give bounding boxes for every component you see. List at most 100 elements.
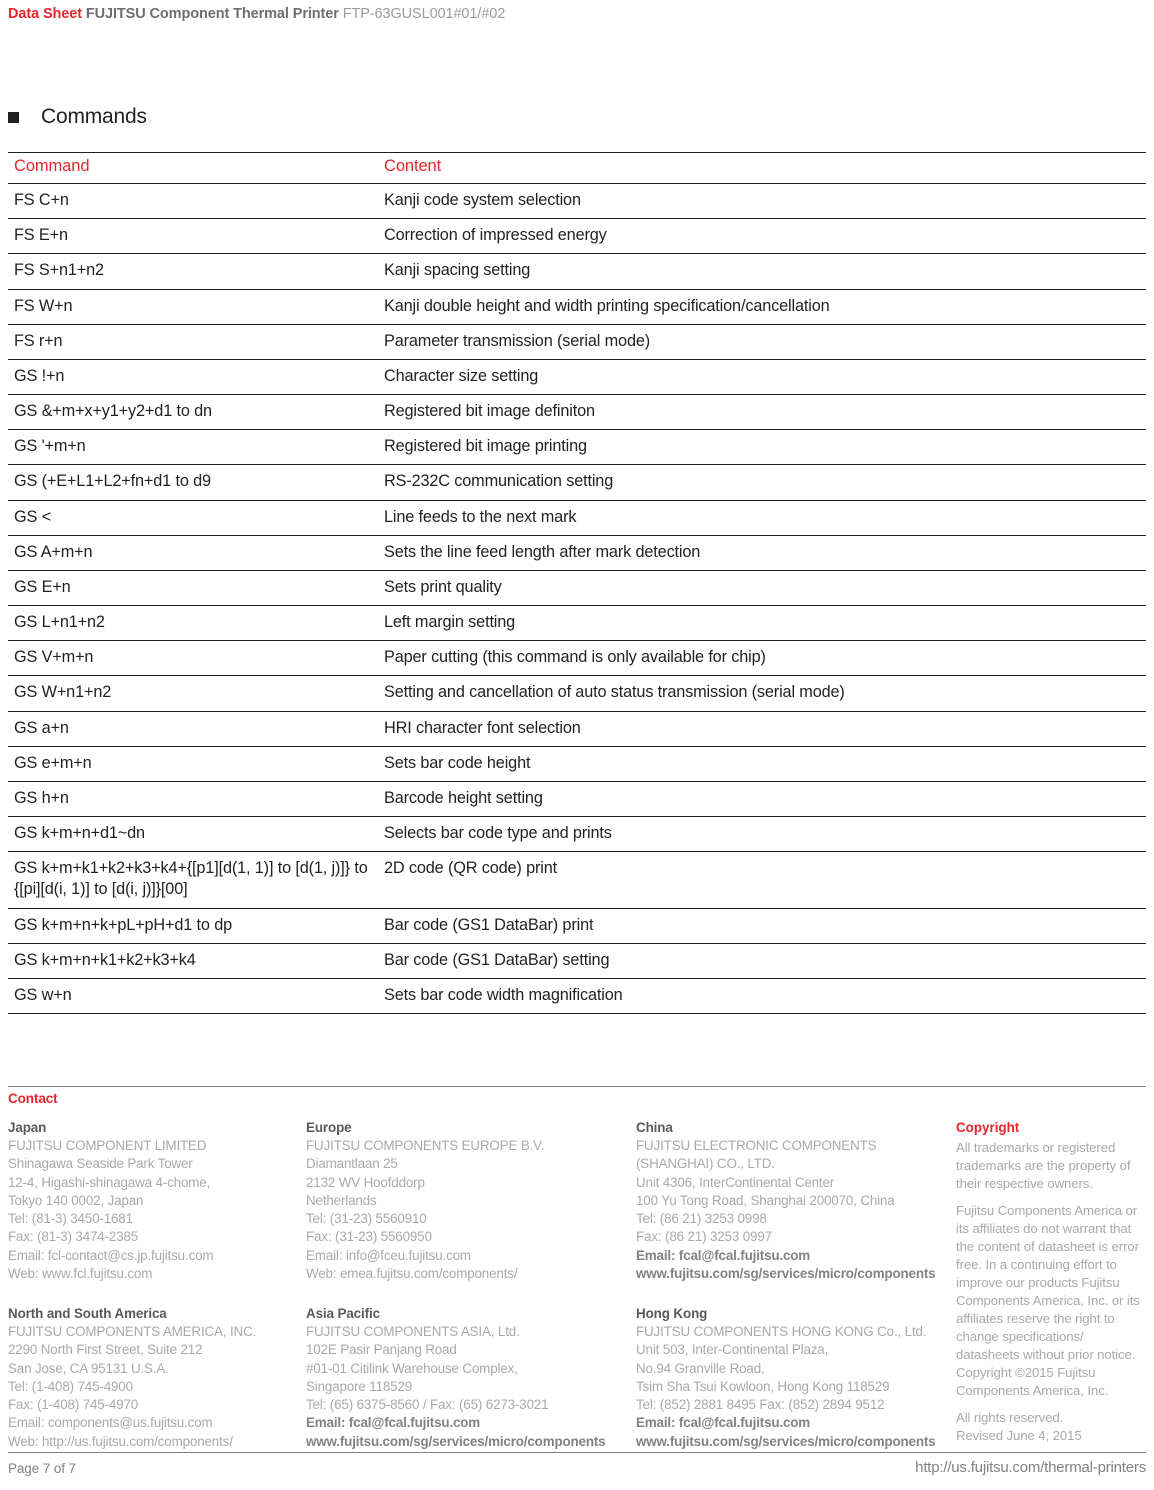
address-line: Email: fcal@fcal.fujitsu.com bbox=[636, 1247, 811, 1263]
cell-content: Sets bar code height bbox=[378, 746, 1146, 782]
table-row: GS h+n Barcode height setting bbox=[8, 781, 1146, 818]
bullet-square-icon bbox=[8, 111, 19, 123]
cell-content: Parameter transmission (serial mode) bbox=[378, 324, 1146, 360]
cell-command: GS k+m+n+k+pL+pH+d1 to dp bbox=[8, 908, 378, 944]
footer-divider bbox=[8, 1452, 1146, 1453]
address-line: Unit 4306, InterContinental Center bbox=[636, 1174, 835, 1190]
cell-command: FS r+n bbox=[8, 324, 378, 360]
table-row: GS '+m+n Registered bit image printing bbox=[8, 429, 1146, 466]
cell-content: HRI character font selection bbox=[378, 711, 1146, 747]
cell-content: Sets bar code width magnification bbox=[378, 978, 1146, 1015]
address-line: 12-4, Higashi-shinagawa 4-chome, bbox=[8, 1174, 211, 1190]
contact-section-label: Contact bbox=[8, 1091, 58, 1106]
address-region-title: China bbox=[636, 1120, 673, 1135]
cell-command: GS (+E+L1+L2+fn+d1 to d9 bbox=[8, 464, 378, 501]
address-block: Japan FUJITSU COMPONENT LIMITED Shinagawa … bbox=[8, 1119, 306, 1283]
table-row: FS r+n Parameter transmission (serial mod… bbox=[8, 324, 1146, 360]
address-line: 2290 North First Street, Suite 212 bbox=[8, 1342, 203, 1358]
doc-type-label: Data Sheet bbox=[8, 6, 82, 22]
address-line: Tel: (81-3) 3450-1681 bbox=[8, 1211, 133, 1227]
cell-command: GS W+n1+n2 bbox=[8, 675, 378, 712]
cell-command: GS w+n bbox=[8, 978, 378, 1015]
cell-command: GS L+n1+n2 bbox=[8, 605, 378, 642]
cell-content: Left margin setting bbox=[378, 605, 1146, 642]
address-line: Tokyo 140 0002, Japan bbox=[8, 1192, 144, 1208]
cell-content: Kanji code system selection bbox=[378, 183, 1146, 220]
address-line: Email: fcal@fcal.fujitsu.com bbox=[636, 1415, 811, 1431]
address-line: Web: emea.fujitsu.com/components/ bbox=[306, 1265, 518, 1281]
address-line: FUJITSU COMPONENTS HONG KONG Co., Ltd. bbox=[636, 1324, 927, 1340]
cell-command: FS W+n bbox=[8, 289, 378, 325]
cell-content: Line feeds to the next mark bbox=[378, 500, 1146, 536]
address-line: Email: fcl-contact@cs.jp.fujitsu.com bbox=[8, 1247, 214, 1263]
address-line: Fax: (1-408) 745-4970 bbox=[8, 1397, 139, 1413]
address-line: No.94 Granville Road, bbox=[636, 1360, 765, 1376]
column-header-content: Content bbox=[378, 152, 1146, 184]
cell-content: Bar code (GS1 DataBar) setting bbox=[378, 943, 1146, 979]
copyright-paragraph: Revised June 4, 2015 bbox=[956, 1427, 1082, 1443]
address-line: Singapore 118529 bbox=[306, 1378, 413, 1394]
address-region-title: Japan bbox=[8, 1120, 47, 1135]
table-row: GS e+m+n Sets bar code height bbox=[8, 746, 1146, 782]
address-line: FUJITSU COMPONENTS EUROPE B.V. bbox=[306, 1138, 545, 1154]
table-row: FS E+n Correction of impressed energy bbox=[8, 218, 1146, 255]
table-row: GS w+n Sets bar code width magnification bbox=[8, 978, 1146, 1015]
address-line: FUJITSU COMPONENT LIMITED bbox=[8, 1138, 207, 1154]
copyright-column: Copyright All trademarks or registered tr… bbox=[956, 1119, 1146, 1444]
table-row: GS (+E+L1+L2+fn+d1 to d9 RS-232C communic… bbox=[8, 464, 1146, 501]
cell-command: FS S+n1+n2 bbox=[8, 253, 378, 290]
address-line: FUJITSU COMPONENTS AMERICA, INC. bbox=[8, 1324, 257, 1340]
copyright-paragraph: All rights reserved. bbox=[956, 1409, 1064, 1425]
cell-command: GS V+m+n bbox=[8, 640, 378, 677]
address-line: Fax: (81-3) 3474-2385 bbox=[8, 1229, 139, 1245]
section-heading: Commands bbox=[8, 105, 147, 129]
address-line: www.fujitsu.com/sg/services/micro/compon… bbox=[636, 1433, 936, 1449]
address-line: Unit 503, Inter-Continental Plaza, bbox=[636, 1342, 829, 1358]
cell-content: Sets print quality bbox=[378, 570, 1146, 607]
address-region-title: Asia Pacific bbox=[306, 1305, 380, 1321]
contact-column-japan-americas: Japan FUJITSU COMPONENT LIMITED Shinagawa … bbox=[8, 1119, 306, 1451]
table-row: FS C+n Kanji code system selection bbox=[8, 183, 1146, 220]
cell-content: Setting and cancellation of auto status … bbox=[378, 675, 1146, 712]
address-block: China FUJITSU ELECTRONIC COMPONENTS (SHANG… bbox=[636, 1119, 956, 1283]
address-line: Tel: (31-23) 5560910 bbox=[306, 1211, 427, 1227]
footer-url-link[interactable]: http://us.fujitsu.com/thermal-printers bbox=[915, 1459, 1146, 1476]
address-region-title: Europe bbox=[306, 1120, 352, 1135]
table-row: GS k+m+n+k+pL+pH+d1 to dp Bar code (GS1 D… bbox=[8, 908, 1146, 944]
contact-column-europe-asiapacific: Europe FUJITSU COMPONENTS EUROPE B.V. Diam… bbox=[306, 1119, 636, 1451]
cell-content: Character size setting bbox=[378, 359, 1146, 396]
address-line: Email: fcal@fcal.fujitsu.com bbox=[306, 1415, 481, 1431]
address-block: Hong Kong FUJITSU COMPONENTS HONG KONG Co… bbox=[636, 1305, 956, 1451]
address-line: Tel: (1-408) 745-4900 bbox=[8, 1378, 133, 1394]
address-line: www.fujitsu.com/sg/services/micro/compon… bbox=[636, 1265, 936, 1281]
cell-command: GS !+n bbox=[8, 359, 378, 396]
table-row: GS k+m+k1+k2+k3+k4+{[p1][d(1, 1)] to [d(… bbox=[8, 851, 1146, 909]
cell-content: Kanji spacing setting bbox=[378, 253, 1146, 290]
cell-command: GS &+m+x+y1+y2+d1 to dn bbox=[8, 394, 378, 431]
cell-command: GS k+m+n+d1~dn bbox=[8, 816, 378, 853]
table-row: GS V+m+n Paper cutting (this command is o… bbox=[8, 640, 1146, 677]
address-line: Email: components@us.fujitsu.com bbox=[8, 1415, 213, 1431]
address-block: Europe FUJITSU COMPONENTS EUROPE B.V. Diam… bbox=[306, 1119, 636, 1283]
address-line: www.fujitsu.com/sg/services/micro/compon… bbox=[306, 1433, 606, 1449]
table-row: GS a+n HRI character font selection bbox=[8, 711, 1146, 747]
table-row: FS W+n Kanji double height and width prin… bbox=[8, 289, 1146, 325]
address-line: Web: http://us.fujitsu.com/components/ bbox=[8, 1433, 233, 1449]
address-block: North and South America FUJITSU COMPONENT… bbox=[8, 1305, 306, 1451]
address-line: Diamantlaan 25 bbox=[306, 1156, 398, 1172]
cell-command: GS E+n bbox=[8, 570, 378, 607]
copyright-paragraph: Fujitsu Components America or its affili… bbox=[956, 1203, 1140, 1398]
table-row: GS k+m+n+k1+k2+k3+k4 Bar code (GS1 DataBa… bbox=[8, 943, 1146, 979]
address-line: FUJITSU ELECTRONIC COMPONENTS bbox=[636, 1138, 877, 1154]
copyright-title: Copyright bbox=[956, 1120, 1020, 1135]
address-line: (SHANGHAI) CO., LTD. bbox=[636, 1156, 775, 1172]
address-line: 102E Pasir Panjang Road bbox=[306, 1342, 457, 1358]
section-heading-label: Commands bbox=[41, 105, 147, 128]
table-row: FS S+n1+n2 Kanji spacing setting bbox=[8, 253, 1146, 290]
copyright-paragraph: All trademarks or registered trademarks … bbox=[956, 1140, 1131, 1192]
cell-content: Kanji double height and width printing s… bbox=[378, 289, 1146, 325]
address-line: Netherlands bbox=[306, 1192, 377, 1208]
cell-command: GS h+n bbox=[8, 781, 378, 818]
address-line: Shinagawa Seaside Park Tower bbox=[8, 1156, 193, 1172]
table-row: GS k+m+n+d1~dn Selects bar code type and … bbox=[8, 816, 1146, 853]
